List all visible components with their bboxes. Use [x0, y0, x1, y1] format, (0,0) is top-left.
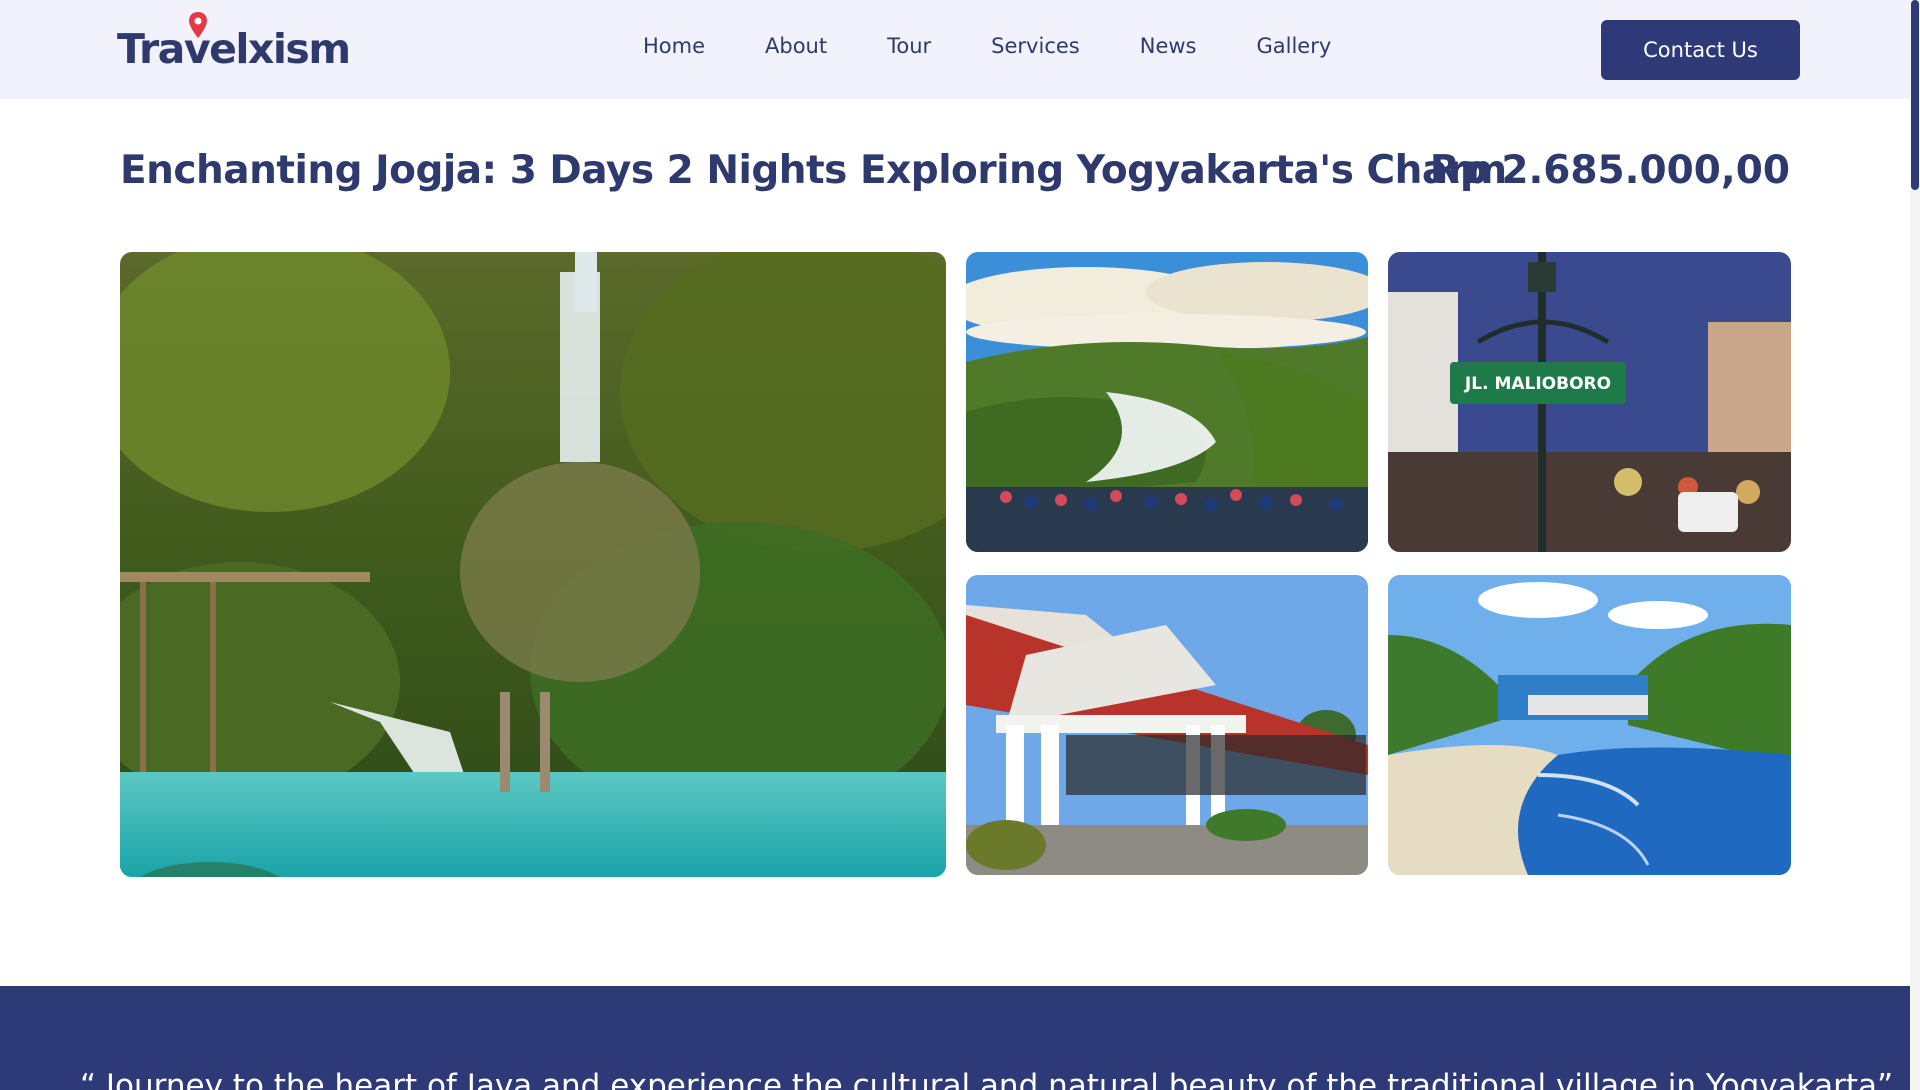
contact-us-button[interactable]: Contact Us — [1601, 20, 1800, 80]
gallery-photo-kraton[interactable] — [966, 575, 1368, 875]
logo[interactable]: Travelxism — [117, 12, 351, 73]
gallery-photo-valley[interactable] — [966, 252, 1368, 552]
nav-gallery[interactable]: Gallery — [1256, 34, 1331, 58]
gallery-photo-beach[interactable] — [1388, 575, 1791, 875]
page-scrollbar[interactable] — [1910, 0, 1920, 1090]
nav-news[interactable]: News — [1140, 34, 1197, 58]
nav-about[interactable]: About — [765, 34, 827, 58]
main-nav: Home About Tour Services News Gallery — [643, 34, 1391, 58]
tour-title: Enchanting Jogja: 3 Days 2 Nights Explor… — [120, 148, 1507, 193]
nav-services[interactable]: Services — [991, 34, 1080, 58]
banner-quote: “ Journey to the heart of Java and exper… — [80, 1068, 1894, 1090]
gallery-photo-malioboro[interactable]: JL. MALIOBORO — [1388, 252, 1791, 552]
nav-home[interactable]: Home — [643, 34, 705, 58]
tour-price: Rp 2.685.000,00 — [1429, 148, 1790, 193]
site-header: Travelxism Home About Tour Services News… — [0, 0, 1910, 99]
logo-text: Travelxism — [117, 25, 351, 73]
street-sign-text: JL. MALIOBORO — [1464, 374, 1611, 394]
nav-tour[interactable]: Tour — [887, 34, 931, 58]
gallery-photo-waterfall[interactable] — [120, 252, 946, 877]
scrollbar-thumb[interactable] — [1911, 0, 1919, 190]
map-pin-icon — [189, 12, 207, 42]
quote-banner: “ Journey to the heart of Java and exper… — [0, 986, 1910, 1090]
